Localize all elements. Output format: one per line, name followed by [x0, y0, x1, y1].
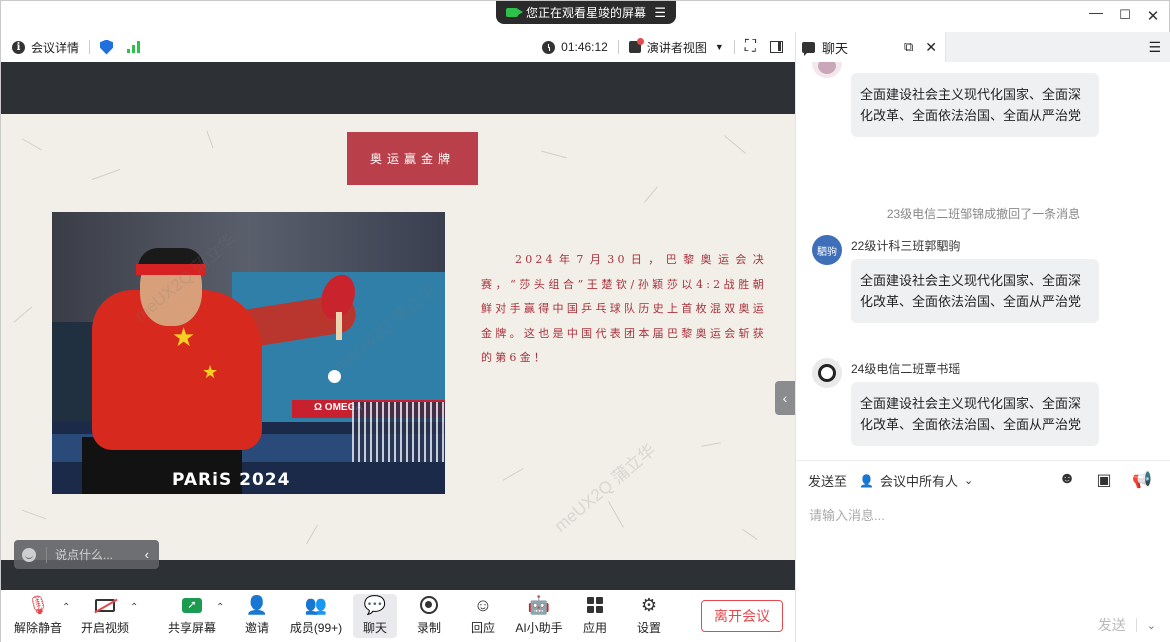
reaction-icon: ☺ [473, 594, 493, 615]
chevron-down-icon: ⌄ [963, 475, 974, 487]
chevron-down-icon: ▼ [714, 42, 724, 52]
quick-chat-placeholder: 说点什么... [55, 548, 114, 562]
share-screen-button[interactable]: ➚ 共享屏幕 [165, 594, 219, 638]
send-to-label: 发送至 [808, 474, 848, 489]
presenter-view-icon [628, 38, 644, 53]
chat-button[interactable]: 💬 聊天 [353, 594, 397, 638]
emoji-icon[interactable] [22, 547, 36, 562]
shield-icon[interactable] [100, 39, 114, 55]
chat-header: 聊天 ⧉ ✕ ☰ [796, 32, 1170, 62]
record-button[interactable]: 录制 [409, 594, 449, 638]
unmute-button[interactable]: 🎙 解除静音 [11, 594, 65, 638]
user-icon: 👤 [859, 473, 874, 488]
reaction-button[interactable]: ☺ 回应 [463, 594, 503, 638]
quick-chat-input[interactable]: 说点什么... ‹ [14, 540, 159, 569]
apps-icon [575, 594, 615, 616]
chat-message: 全面建设社会主义现代化国家、全面深化改革、全面依法治国、全面从严治党 [851, 73, 1099, 137]
layout-panel-icon[interactable] [770, 41, 783, 53]
members-icon: 👥 [304, 594, 328, 615]
hamburger-icon[interactable]: ☰ [654, 5, 666, 21]
send-button[interactable]: 发送 [1098, 615, 1126, 635]
chat-message-input[interactable]: 请输入消息... [809, 505, 885, 524]
close-icon[interactable]: ✕ [1143, 7, 1163, 25]
slide-title: 奥运赢金牌 [347, 132, 478, 185]
recall-notice: 23级电信二班邹锦成撤回了一条消息 [886, 207, 1081, 221]
table-tennis-photo: Ω OMEGA ★ ★ PARiS 2024 [52, 212, 445, 494]
avatar [812, 358, 842, 388]
meeting-window: 您正在观看星竣的屏幕 ☰ — ☐ ✕ i 会议详情 01:46:12 演讲者视图… [0, 0, 1170, 642]
divider [89, 40, 91, 54]
title-bar: 您正在观看星竣的屏幕 ☰ — ☐ ✕ [1, 1, 1169, 32]
chat-message: 全面建设社会主义现代化国家、全面深化改革、全面依法治国、全面从严治党 [851, 382, 1099, 446]
hamburger-icon[interactable]: ☰ [1148, 39, 1161, 56]
mic-muted-icon: 🎙 [26, 594, 50, 615]
fullscreen-icon[interactable]: ⛶ [745, 38, 756, 56]
start-video-button[interactable]: 开启视频 [77, 594, 133, 638]
invite-icon: 👤 [245, 594, 269, 615]
video-camera-icon [506, 8, 523, 17]
chat-icon: 💬 [363, 594, 387, 615]
chat-panel: 聊天 ⧉ ✕ ☰ 全面建设社会主义现代化国家、全面深化改革、全面依法治国、全面从… [795, 32, 1170, 642]
chat-message: 全面建设社会主义现代化国家、全面深化改革、全面依法治国、全面从严治党 [851, 259, 1099, 323]
meeting-details-label: 会议详情 [31, 40, 80, 55]
chevron-up-icon[interactable]: ⌃ [62, 602, 70, 613]
invite-button[interactable]: 👤 邀请 [237, 594, 277, 638]
emoji-icon[interactable]: ☻ [1057, 470, 1077, 488]
divider [733, 40, 735, 54]
record-icon [409, 594, 449, 616]
avatar: 駟驹 [812, 235, 842, 265]
folder-icon[interactable]: ▣ [1094, 470, 1114, 490]
watermark: meUX2Q 蒲立华 [550, 440, 660, 536]
bottom-toolbar: 🎙 解除静音 ⌃ 开启视频 ⌃ ➚ 共享屏幕 ⌃ 👤 邀请 👥 成员(99+) … [1, 590, 795, 642]
chat-message-list[interactable]: 全面建设社会主义现代化国家、全面深化改革、全面依法治国、全面从严治党 23级电信… [796, 62, 1170, 474]
sender-name: 22级计科三班郭駟驹 [851, 239, 961, 253]
video-off-icon [77, 594, 133, 616]
minimize-icon[interactable]: — [1086, 4, 1106, 20]
send-to-selector[interactable]: 发送至 👤 会议中所有人 ⌄ [808, 471, 973, 490]
chat-tab-label: 聊天 [822, 40, 849, 56]
apps-button[interactable]: 应用 [575, 594, 615, 638]
chevron-left-icon[interactable]: ‹ [145, 547, 149, 562]
pop-out-icon[interactable]: ⧉ [904, 39, 913, 55]
share-notice-text: 您正在观看星竣的屏幕 [526, 6, 647, 20]
send-controls: 发送 ⌄ [1098, 615, 1156, 635]
recipient-label: 会议中所有人 [879, 474, 958, 489]
ai-assistant-icon: 🤖 [527, 594, 551, 615]
clock-icon [542, 40, 556, 54]
settings-button[interactable]: ⚙ 设置 [629, 594, 669, 638]
share-screen-icon: ➚ [165, 594, 219, 616]
sender-name: 24级电信二班覃书瑶 [851, 362, 961, 376]
settings-icon: ⚙ [640, 594, 658, 615]
presentation-slide: 奥运赢金牌 Ω OMEGA ★ ★ PARiS 2024 2024年7月30日，… [1, 114, 795, 560]
meeting-timer: 01:46:12 [542, 40, 608, 54]
close-icon[interactable]: ✕ [925, 39, 937, 56]
divider [617, 40, 619, 54]
chevron-down-icon[interactable]: ⌄ [1147, 619, 1156, 632]
info-icon: i [12, 40, 25, 54]
paris-2024-logo: PARiS 2024 [172, 470, 291, 490]
ai-assistant-button[interactable]: 🤖 AI小助手 [514, 594, 564, 638]
chat-icon [802, 41, 815, 56]
signal-icon[interactable] [127, 41, 141, 53]
timer-text: 01:46:12 [561, 40, 608, 54]
tab-chat[interactable]: 聊天 ⧉ ✕ [796, 32, 946, 62]
meeting-details-button[interactable]: i 会议详情 [12, 39, 79, 56]
maximize-icon[interactable]: ☐ [1115, 7, 1135, 23]
avatar [812, 62, 842, 78]
chevron-up-icon[interactable]: ⌃ [130, 602, 138, 613]
meeting-toolbar: i 会议详情 01:46:12 演讲者视图 ▼ ⛶ [1, 32, 795, 62]
slide-body-text: 2024年7月30日，巴黎奥运会决赛，“莎头组合”王楚钦/孙颖莎以4:2战胜朝鲜… [481, 253, 767, 364]
shared-screen: 奥运赢金牌 Ω OMEGA ★ ★ PARiS 2024 2024年7月30日，… [1, 62, 795, 590]
view-mode-label: 演讲者视图 [646, 40, 707, 55]
chevron-up-icon[interactable]: ⌃ [216, 602, 224, 613]
megaphone-icon[interactable]: 📢 [1132, 470, 1152, 490]
leave-meeting-button[interactable]: 离开会议 [701, 600, 783, 632]
members-button[interactable]: 👥 成员(99+) [288, 594, 344, 638]
screen-share-notice[interactable]: 您正在观看星竣的屏幕 ☰ [496, 1, 676, 24]
collapse-panel-button[interactable]: ‹ [775, 381, 795, 415]
view-mode-dropdown[interactable]: 演讲者视图 ▼ [628, 38, 724, 56]
